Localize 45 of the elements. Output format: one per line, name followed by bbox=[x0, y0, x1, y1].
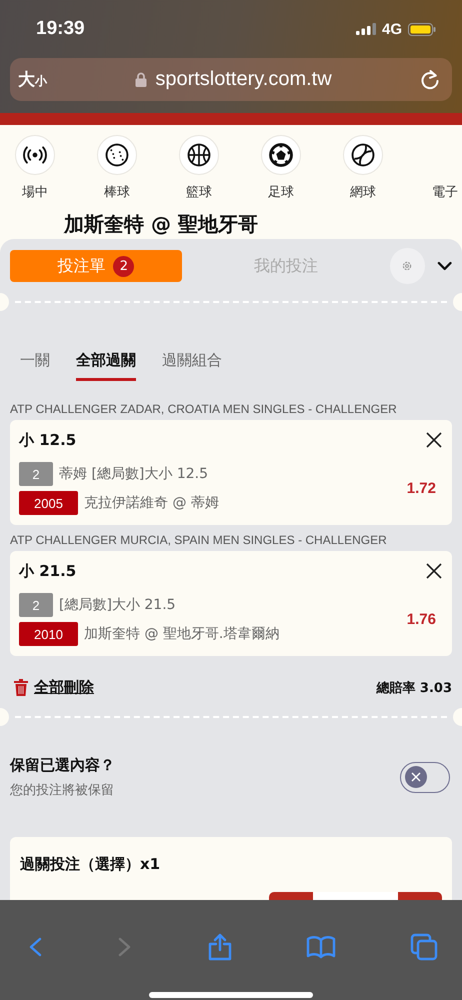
lock-icon bbox=[135, 72, 148, 87]
total-odds: 總賠率 3.03 bbox=[376, 680, 452, 696]
match-code-badge: 2010 bbox=[19, 622, 78, 646]
keep-selections-title: 保留已選內容？ bbox=[10, 756, 115, 774]
league-name: ATP CHALLENGER ZADAR, CROATIA MEN SINGLES - CHALLENGER bbox=[9, 401, 398, 418]
clock-time: 19:39 bbox=[36, 18, 85, 40]
bet-type-tab[interactable]: 過關組合 bbox=[162, 348, 222, 381]
bet-type-tab[interactable]: 全部過關 bbox=[76, 348, 136, 381]
chevron-down-icon[interactable] bbox=[436, 261, 452, 271]
match-code-badge: 2005 bbox=[19, 491, 78, 515]
league-name: ATP CHALLENGER MURCIA, SPAIN MEN SINGLES - CHALLENGER bbox=[9, 532, 388, 549]
event-title: 加斯奎特 @ 聖地牙哥 bbox=[62, 211, 259, 238]
close-icon[interactable] bbox=[426, 432, 442, 448]
odds-value: 1.76 bbox=[406, 611, 437, 628]
parlay-badge: 2 bbox=[19, 593, 53, 617]
sport-tab[interactable]: 電子 bbox=[425, 135, 462, 211]
parlay-title: 過關投注（選擇）x1 bbox=[20, 855, 162, 874]
keep-selections-subtitle: 您的投注將被保留 bbox=[10, 782, 115, 798]
parlay-badge: 2 bbox=[19, 462, 53, 486]
keep-selections-switch[interactable] bbox=[400, 762, 450, 792]
count-badge: 2 bbox=[113, 256, 134, 276]
match-text: 克拉伊諾維奇 @ 蒂姆 bbox=[84, 494, 219, 512]
bet-type-tab[interactable]: 一關 bbox=[20, 348, 50, 381]
switch-knob-icon bbox=[405, 766, 427, 788]
book-icon[interactable] bbox=[306, 935, 336, 959]
text-size-button[interactable]: 大小 bbox=[18, 68, 47, 91]
trash-icon bbox=[14, 679, 28, 696]
match-text: 加斯奎特 @ 聖地牙哥.塔韋爾納 bbox=[84, 625, 280, 643]
back-icon[interactable] bbox=[27, 937, 43, 957]
close-icon[interactable] bbox=[426, 563, 442, 579]
selection-label: 小 12.5 bbox=[19, 430, 76, 450]
battery-icon bbox=[408, 22, 436, 36]
network-label: 4G bbox=[382, 20, 402, 38]
settings-icon bbox=[401, 260, 414, 272]
market-text: [總局數]大小 21.5 bbox=[59, 596, 176, 614]
bet-slip-tab[interactable]: 投注單 2 bbox=[10, 250, 182, 282]
address-bar[interactable]: 大小 sportslottery.com.tw bbox=[10, 58, 452, 101]
selection-label: 小 21.5 bbox=[19, 562, 76, 580]
odds-value: 1.72 bbox=[406, 480, 437, 497]
signal-icon bbox=[356, 23, 376, 35]
reload-icon[interactable] bbox=[420, 68, 440, 90]
url-text: sportslottery.com.tw bbox=[155, 68, 332, 91]
tabs-icon[interactable] bbox=[410, 933, 438, 961]
market-text: 蒂姆 [總局數]大小 12.5 bbox=[59, 465, 208, 483]
share-icon[interactable] bbox=[208, 933, 232, 961]
